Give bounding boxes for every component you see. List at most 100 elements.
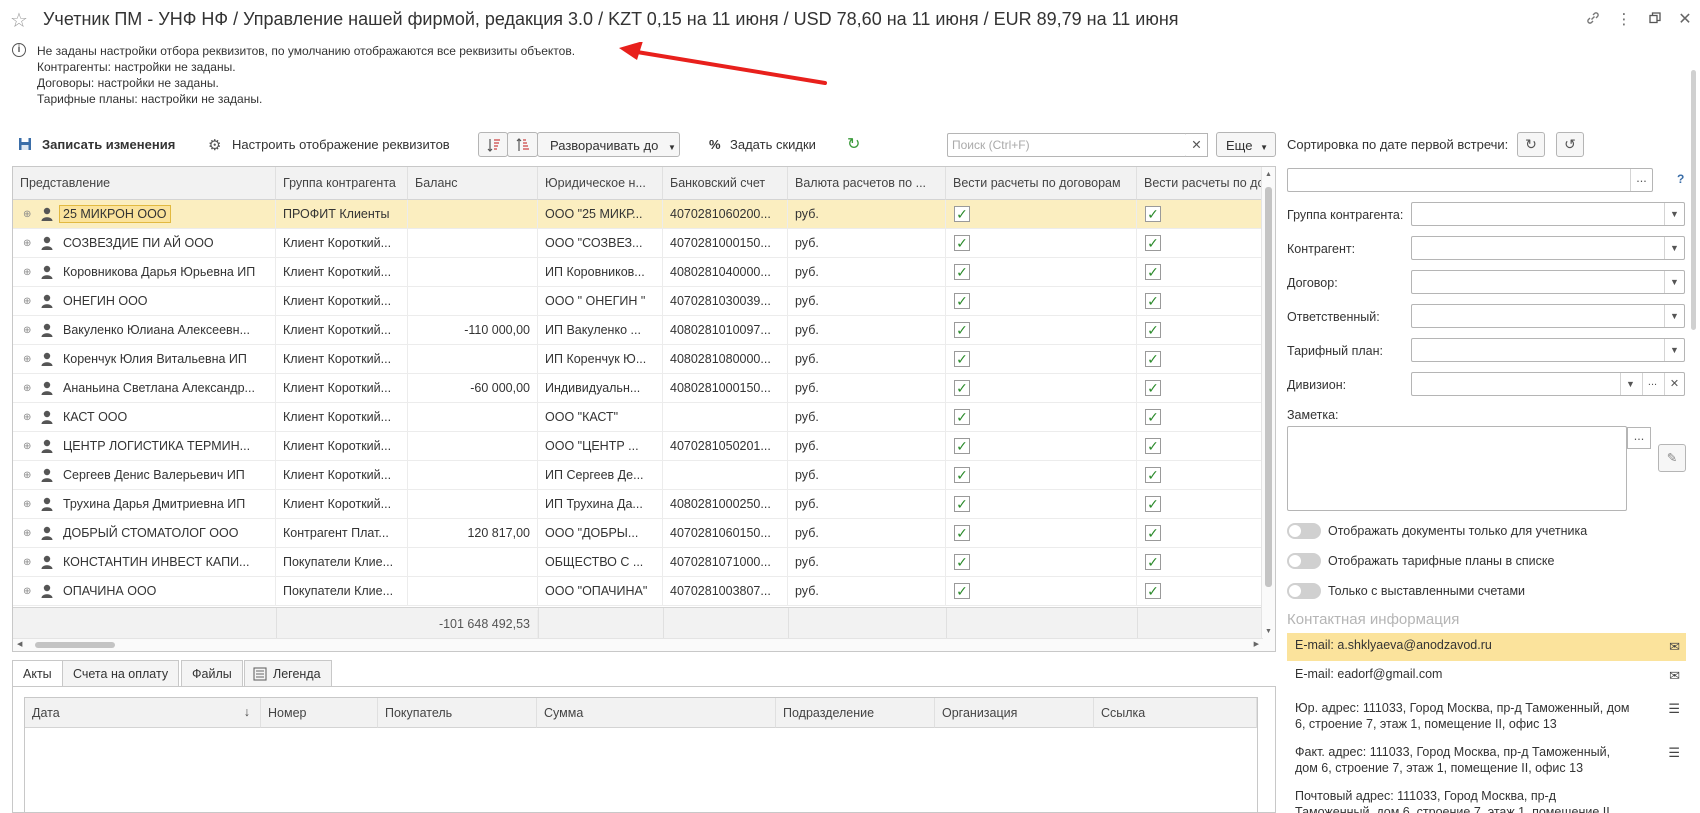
toggle-switch[interactable]: [1287, 523, 1321, 539]
cell-legal[interactable]: ООО "КАСТ": [538, 403, 663, 432]
checkbox-cell[interactable]: ✓: [1137, 519, 1263, 548]
cell-account[interactable]: 4070281060200...: [663, 200, 788, 229]
expand-to-dropdown[interactable]: Разворачивать до ▼: [537, 132, 680, 157]
checkbox-cell[interactable]: ✓: [1137, 200, 1263, 229]
tab-files[interactable]: Файлы: [181, 660, 243, 687]
cell-balance[interactable]: [408, 577, 538, 606]
contact-email-item[interactable]: E-mail: a.shklyaeva@anodzavod.ru ✉: [1287, 633, 1686, 661]
cell-name[interactable]: ДОБРЫЙ СТОМАТОЛОГ ООО: [13, 519, 276, 548]
cell-currency[interactable]: руб.: [788, 461, 946, 490]
cell-balance[interactable]: [408, 287, 538, 316]
cell-group[interactable]: Клиент Короткий...: [276, 490, 408, 519]
table-row[interactable]: ⊕ ОПАЧИНА ООО Покупатели Клие... ООО "ОПАЧИ…: [13, 577, 1263, 606]
more-button[interactable]: Еще ▼: [1216, 132, 1276, 157]
cell-balance[interactable]: [408, 461, 538, 490]
checkbox-cell[interactable]: ✓: [946, 403, 1137, 432]
cell-group[interactable]: Контрагент Плат...: [276, 519, 408, 548]
cell-balance[interactable]: [408, 548, 538, 577]
cell-account[interactable]: 4080281010097...: [663, 316, 788, 345]
menu-lines-icon[interactable]: ☰: [1668, 701, 1680, 717]
cell-account[interactable]: 4080281000150...: [663, 374, 788, 403]
cell-name[interactable]: КОНСТАНТИН ИНВЕСТ КАПИ...: [13, 548, 276, 577]
tariff-filter-combo[interactable]: ▼: [1411, 338, 1685, 362]
cell-group[interactable]: Клиент Короткий...: [276, 345, 408, 374]
checkbox[interactable]: ✓: [1145, 235, 1161, 251]
envelope-icon[interactable]: ✉: [1669, 639, 1680, 655]
cell-account[interactable]: 4070281050201...: [663, 432, 788, 461]
sort-asc-button[interactable]: [478, 132, 508, 157]
column-header[interactable]: Валюта расчетов по ...: [788, 167, 946, 200]
table-row[interactable]: ⊕ Вакуленко Юлиана Алексеевн... Клиент Кор…: [13, 316, 1263, 345]
checkbox[interactable]: ✓: [1145, 554, 1161, 570]
responsible-filter-combo[interactable]: ▼: [1411, 304, 1685, 328]
cell-balance[interactable]: -60 000,00: [408, 374, 538, 403]
cell-group[interactable]: Покупатели Клие...: [276, 577, 408, 606]
checkbox-cell[interactable]: ✓: [946, 287, 1137, 316]
checkbox[interactable]: ✓: [954, 467, 970, 483]
tab-legend[interactable]: Легенда: [244, 660, 332, 687]
scroll-thumb[interactable]: [35, 642, 115, 648]
checkbox[interactable]: ✓: [954, 235, 970, 251]
cell-legal[interactable]: ИП Сергеев Де...: [538, 461, 663, 490]
checkbox[interactable]: ✓: [1145, 438, 1161, 454]
cell-currency[interactable]: руб.: [788, 403, 946, 432]
link-icon[interactable]: [1583, 10, 1603, 30]
cell-name[interactable]: Коровникова Дарья Юрьевна ИП: [13, 258, 276, 287]
horizontal-scrollbar[interactable]: ◀ ▶: [13, 638, 1263, 651]
checkbox[interactable]: ✓: [954, 496, 970, 512]
checkbox-cell[interactable]: ✓: [946, 258, 1137, 287]
column-header[interactable]: Группа контрагента: [276, 167, 408, 200]
column-header[interactable]: Представление: [13, 167, 276, 200]
division-filter-combo[interactable]: ▼ ... ✕: [1411, 372, 1685, 396]
selected-cell-text[interactable]: 25 МИКРОН ООО: [59, 205, 171, 223]
cell-legal[interactable]: Индивидуальн...: [538, 374, 663, 403]
cell-name[interactable]: СОЗВЕЗДИЕ ПИ АЙ ООО: [13, 229, 276, 258]
refresh-sort-icon[interactable]: ↻: [1517, 132, 1545, 157]
save-changes-button[interactable]: Записать изменения: [42, 137, 175, 152]
cell-balance[interactable]: -110 000,00: [408, 316, 538, 345]
cell-currency[interactable]: руб.: [788, 432, 946, 461]
cell-balance[interactable]: 120 817,00: [408, 519, 538, 548]
column-header[interactable]: Вести расчеты по док...: [1137, 167, 1263, 200]
cell-group[interactable]: Клиент Короткий...: [276, 229, 408, 258]
restore-window-icon[interactable]: [1645, 10, 1665, 30]
column-header[interactable]: Юридическое н...: [538, 167, 663, 200]
table-row[interactable]: ⊕ КОНСТАНТИН ИНВЕСТ КАПИ... Покупатели Кли…: [13, 548, 1263, 577]
cell-balance[interactable]: [408, 345, 538, 374]
checkbox-cell[interactable]: ✓: [1137, 258, 1263, 287]
sort-date-field[interactable]: ...: [1287, 168, 1653, 192]
cell-balance[interactable]: [408, 229, 538, 258]
cell-name[interactable]: ОНЕГИН ООО: [13, 287, 276, 316]
cell-currency[interactable]: руб.: [788, 200, 946, 229]
checkbox[interactable]: ✓: [1145, 264, 1161, 280]
sort-desc-button[interactable]: [507, 132, 538, 157]
contract-filter-combo[interactable]: ▼: [1411, 270, 1685, 294]
table-row[interactable]: ⊕ ДОБРЫЙ СТОМАТОЛОГ ООО Контрагент Плат...…: [13, 519, 1263, 548]
scroll-thumb[interactable]: [1265, 187, 1272, 587]
column-header[interactable]: Сумма: [537, 698, 776, 728]
checkbox[interactable]: ✓: [954, 322, 970, 338]
checkbox-cell[interactable]: ✓: [946, 200, 1137, 229]
toggle-switch[interactable]: [1287, 583, 1321, 599]
column-header[interactable]: Подразделение: [776, 698, 935, 728]
checkbox-cell[interactable]: ✓: [946, 519, 1137, 548]
checkbox[interactable]: ✓: [954, 380, 970, 396]
cell-legal[interactable]: ИП Вакуленко ...: [538, 316, 663, 345]
checkbox-cell[interactable]: ✓: [946, 374, 1137, 403]
cell-account[interactable]: [663, 403, 788, 432]
column-header[interactable]: Банковский счет: [663, 167, 788, 200]
table-row[interactable]: ⊕ ЦЕНТР ЛОГИСТИКА ТЕРМИН... Клиент Коротки…: [13, 432, 1263, 461]
cell-name[interactable]: 25 МИКРОН ООО: [13, 200, 276, 229]
cell-legal[interactable]: ИП Трухина Да...: [538, 490, 663, 519]
cell-group[interactable]: Клиент Короткий...: [276, 316, 408, 345]
search-input[interactable]: Поиск (Ctrl+F): [947, 133, 1187, 157]
checkbox[interactable]: ✓: [1145, 583, 1161, 599]
cell-account[interactable]: 4070281030039...: [663, 287, 788, 316]
contact-email-item[interactable]: E-mail: eadorf@gmail.com ✉: [1287, 662, 1686, 690]
checkbox-cell[interactable]: ✓: [1137, 548, 1263, 577]
checkbox[interactable]: ✓: [954, 206, 970, 222]
cell-account[interactable]: [663, 461, 788, 490]
checkbox-cell[interactable]: ✓: [1137, 287, 1263, 316]
cell-group[interactable]: Покупатели Клие...: [276, 548, 408, 577]
table-row[interactable]: ⊕ Трухина Дарья Дмитриевна ИП Клиент Корот…: [13, 490, 1263, 519]
